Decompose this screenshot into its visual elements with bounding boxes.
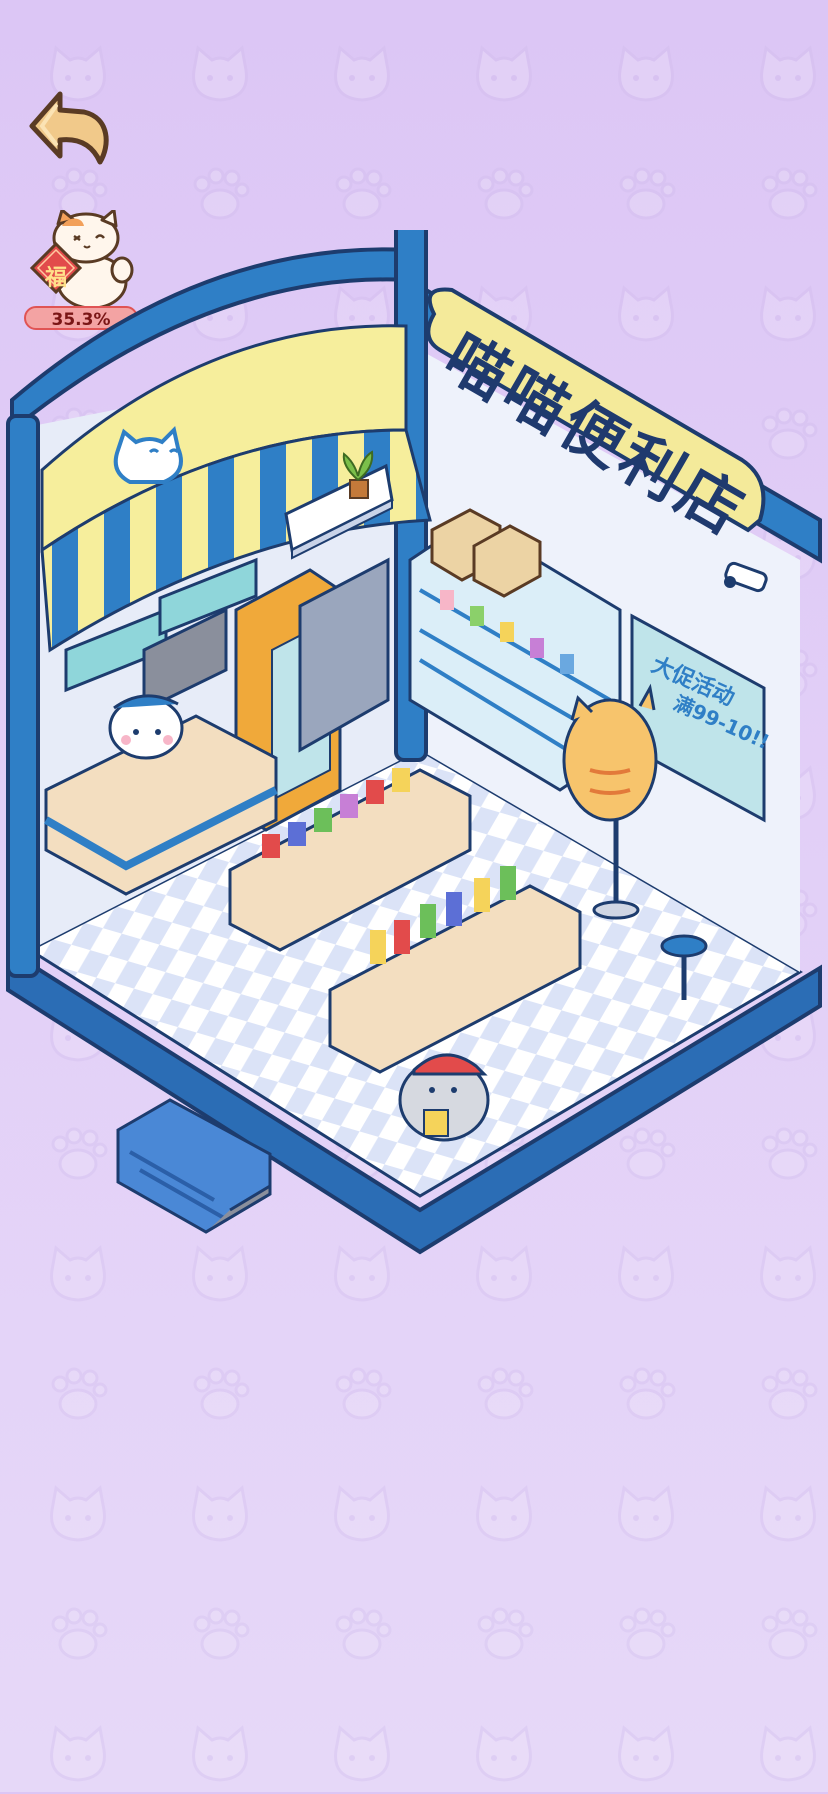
- cat-face-pattern-icon: [38, 1720, 118, 1790]
- paw-pattern-icon: [38, 1360, 118, 1430]
- paw-pattern-icon: [464, 1360, 544, 1430]
- paw-pattern-icon: [322, 1360, 402, 1430]
- cat-face-pattern-icon: [748, 1720, 828, 1790]
- cat-face-pattern-icon: [464, 1720, 544, 1790]
- cat-face-pattern-icon: [748, 1480, 828, 1550]
- cat-face-pattern-icon: [748, 40, 828, 110]
- cat-face-pattern-icon: [180, 1480, 260, 1550]
- cat-face-pattern-icon: [38, 1480, 118, 1550]
- paw-pattern-icon: [464, 1600, 544, 1670]
- cat-face-pattern-icon: [322, 40, 402, 110]
- cat-face-pattern-icon: [606, 40, 686, 110]
- paw-pattern-icon: [180, 160, 260, 230]
- paw-pattern-icon: [606, 160, 686, 230]
- cat-face-pattern-icon: [464, 1480, 544, 1550]
- cat-face-pattern-icon: [464, 40, 544, 110]
- paw-pattern-icon: [748, 1600, 828, 1670]
- back-arrow-icon: [29, 91, 109, 165]
- paw-pattern-icon: [38, 1600, 118, 1670]
- convenience-store-scene[interactable]: 喵喵便利店 大促活动 满99-10!!: [0, 230, 828, 1260]
- cat-face-pattern-icon: [322, 1720, 402, 1790]
- back-button[interactable]: [26, 86, 122, 172]
- paw-pattern-icon: [748, 160, 828, 230]
- paw-pattern-icon: [180, 1600, 260, 1670]
- paw-pattern-icon: [322, 1600, 402, 1670]
- paw-pattern-icon: [180, 1360, 260, 1430]
- cashier-cat[interactable]: [108, 694, 184, 760]
- paw-pattern-icon: [606, 1600, 686, 1670]
- cat-logo-icon: [113, 426, 183, 484]
- left-pillar: [6, 414, 40, 978]
- paw-pattern-icon: [464, 160, 544, 230]
- cat-face-pattern-icon: [606, 1720, 686, 1790]
- cat-face-pattern-icon: [606, 1480, 686, 1550]
- paw-pattern-icon: [606, 1360, 686, 1430]
- cat-face-pattern-icon: [180, 1720, 260, 1790]
- cat-face-pattern-icon: [180, 40, 260, 110]
- paw-pattern-icon: [748, 1360, 828, 1430]
- paw-pattern-icon: [322, 160, 402, 230]
- cat-face-pattern-icon: [322, 1480, 402, 1550]
